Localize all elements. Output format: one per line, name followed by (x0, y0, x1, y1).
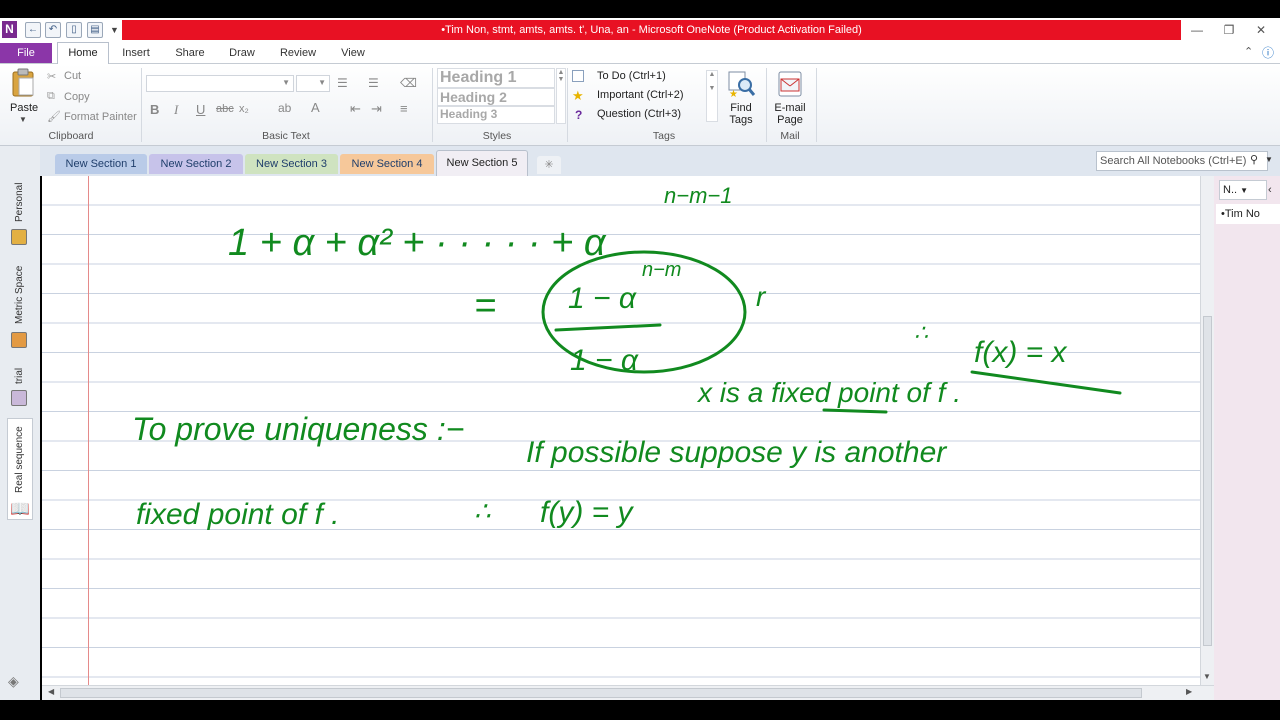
ink-uniqueness-heading: To prove uniqueness :− (132, 411, 464, 447)
vertical-scrollbar[interactable]: ▼ (1200, 176, 1214, 685)
ink-frac-num-exponent: n−m (642, 259, 681, 281)
ink-underline-fx (970, 370, 1122, 395)
help-icon[interactable]: ⓘ (1262, 44, 1274, 61)
collapse-page-list-icon[interactable]: ‹ (1268, 184, 1272, 196)
ink-fy-equals-y: f(y) = y (540, 496, 635, 529)
ink-series: 1 + α + α² + · · · · · + α (228, 222, 607, 264)
ink-frac-numerator: 1 − α (568, 282, 637, 315)
page-list-header[interactable]: N.. ▼ (1219, 180, 1267, 200)
screen-bottom-bar (0, 700, 1280, 720)
scroll-down-icon[interactable]: ▼ (1203, 672, 1211, 681)
ink-suppose-line: If possible suppose y is another (526, 436, 947, 469)
horizontal-scrollbar[interactable]: ◀ ▶ (42, 685, 1214, 700)
ink-fraction-bar (554, 323, 662, 332)
ribbon-minimize-icon[interactable]: ⌃ (1244, 45, 1253, 58)
ink-fixed-point-statement: x is a fixed point of f . (696, 377, 961, 408)
scroll-left-icon[interactable]: ◀ (48, 687, 54, 696)
horizontal-scroll-thumb[interactable] (60, 688, 1142, 698)
ink-series-exponent: n−m−1 (664, 183, 733, 208)
ink-equals: = (474, 285, 496, 327)
page-list-pane (1214, 176, 1280, 700)
search-scope-dropdown-icon[interactable]: ▼ (1265, 155, 1273, 164)
ink-underline-fixed (822, 408, 888, 414)
page-list-item[interactable]: •Tim No (1216, 204, 1280, 224)
search-icon[interactable]: ⚲ (1250, 153, 1258, 166)
close-icon[interactable]: ✕ (1246, 20, 1276, 40)
ink-fx-equals-x: f(x) = x (974, 336, 1068, 369)
ink-therefore-2: ∴ (474, 496, 491, 526)
ink-therefore-1: ∴ (914, 320, 928, 345)
scroll-right-icon[interactable]: ▶ (1186, 687, 1192, 696)
ink-fixed-point-line: fixed point of f . (136, 498, 339, 531)
ink-layer: 1 + α + α² + · · · · · + α n−m−1 = 1 − α… (132, 183, 1122, 531)
restore-icon[interactable]: ❐ (1214, 20, 1244, 40)
ink-trailing-r: r (756, 281, 767, 312)
vertical-scroll-thumb[interactable] (1203, 316, 1212, 646)
